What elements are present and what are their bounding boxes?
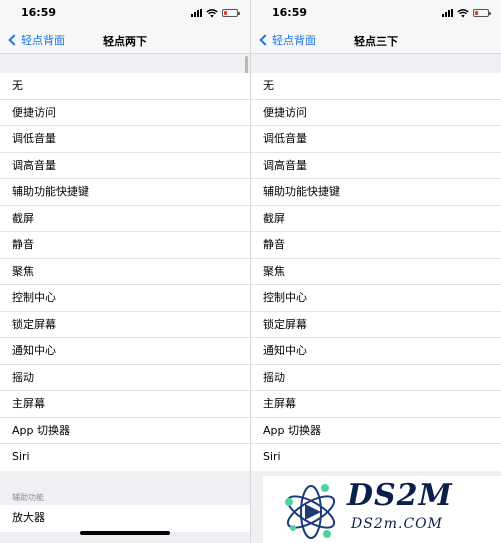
accessibility-list: 放大器 (0, 505, 250, 532)
signal-icon (442, 9, 453, 17)
battery-level (475, 11, 478, 15)
action-list: 无 便捷访问 调低音量 调高音量 辅助功能快捷键 截屏 静音 聚焦 控制中心 锁… (0, 73, 250, 471)
list-item[interactable]: 静音 (251, 232, 501, 259)
page-title: 轻点两下 (103, 35, 147, 48)
page-title: 轻点三下 (354, 35, 398, 48)
list-item[interactable]: 调低音量 (0, 126, 250, 153)
atom-logo-icon (285, 484, 336, 539)
list-item[interactable]: 控制中心 (251, 285, 501, 312)
wifi-icon (457, 8, 469, 17)
status-bar: 16:59 (251, 0, 501, 26)
wifi-icon (206, 8, 218, 17)
list-item[interactable]: 便捷访问 (0, 100, 250, 126)
list-item[interactable]: 通知中心 (0, 338, 250, 365)
list-item[interactable]: 截屏 (251, 206, 501, 232)
list-item[interactable]: 锁定屏幕 (0, 312, 250, 338)
home-indicator[interactable] (80, 531, 170, 535)
list-item[interactable]: Siri (0, 444, 250, 471)
nav-bar: 轻点背面 轻点三下 (251, 26, 501, 54)
list-item[interactable]: 控制中心 (0, 285, 250, 312)
list-item[interactable]: 锁定屏幕 (251, 312, 501, 338)
list-item[interactable]: 调低音量 (251, 126, 501, 153)
list-item[interactable]: 调高音量 (251, 153, 501, 179)
watermark-logo-text: DS2M (347, 478, 453, 513)
signal-icon (191, 9, 202, 17)
watermark: DS2M DS2m.COM (263, 476, 501, 543)
list-item[interactable]: 通知中心 (251, 338, 501, 365)
status-time: 16:59 (272, 6, 308, 19)
list-item[interactable]: 无 (251, 73, 501, 100)
status-icons (191, 8, 240, 18)
list-item[interactable]: 聚焦 (251, 259, 501, 285)
list-item[interactable]: 摇动 (251, 365, 501, 391)
list-item[interactable]: 主屏幕 (0, 391, 250, 418)
list-item[interactable]: 无 (0, 73, 250, 100)
battery-level (224, 11, 227, 15)
list-item[interactable]: 静音 (0, 232, 250, 259)
list-item[interactable]: Siri (251, 444, 501, 471)
battery-icon (473, 9, 491, 17)
list-item[interactable]: 调高音量 (0, 153, 250, 179)
list-item[interactable]: 辅助功能快捷键 (251, 179, 501, 206)
watermark-sub-text: DS2m.COM (351, 516, 443, 532)
list-item[interactable]: 主屏幕 (251, 391, 501, 418)
status-time: 16:59 (21, 6, 57, 19)
status-bar: 16:59 (0, 0, 250, 26)
list-item[interactable]: 便捷访问 (251, 100, 501, 126)
battery-icon (222, 9, 240, 17)
action-list: 无 便捷访问 调低音量 调高音量 辅助功能快捷键 截屏 静音 聚焦 控制中心 锁… (251, 73, 501, 471)
nav-bar: 轻点背面 轻点两下 (0, 26, 250, 54)
list-item[interactable]: 放大器 (0, 505, 250, 532)
list-item[interactable]: App 切换器 (251, 418, 501, 444)
list-item[interactable]: 截屏 (0, 206, 250, 232)
right-phone-screen: 16:59 轻点背面 轻点三下 无 便捷访问 调低音量 调高音量 辅助功能快捷键… (251, 0, 501, 543)
list-item[interactable]: 摇动 (0, 365, 250, 391)
list-item[interactable]: 辅助功能快捷键 (0, 179, 250, 206)
status-icons (442, 8, 491, 18)
section-header: 辅助功能 (12, 493, 44, 502)
list-item[interactable]: 聚焦 (0, 259, 250, 285)
list-item[interactable]: App 切换器 (0, 418, 250, 444)
left-phone-screen: 16:59 轻点背面 轻点两下 无 便捷访问 调低音量 调高音量 辅助功能快捷键… (0, 0, 250, 543)
